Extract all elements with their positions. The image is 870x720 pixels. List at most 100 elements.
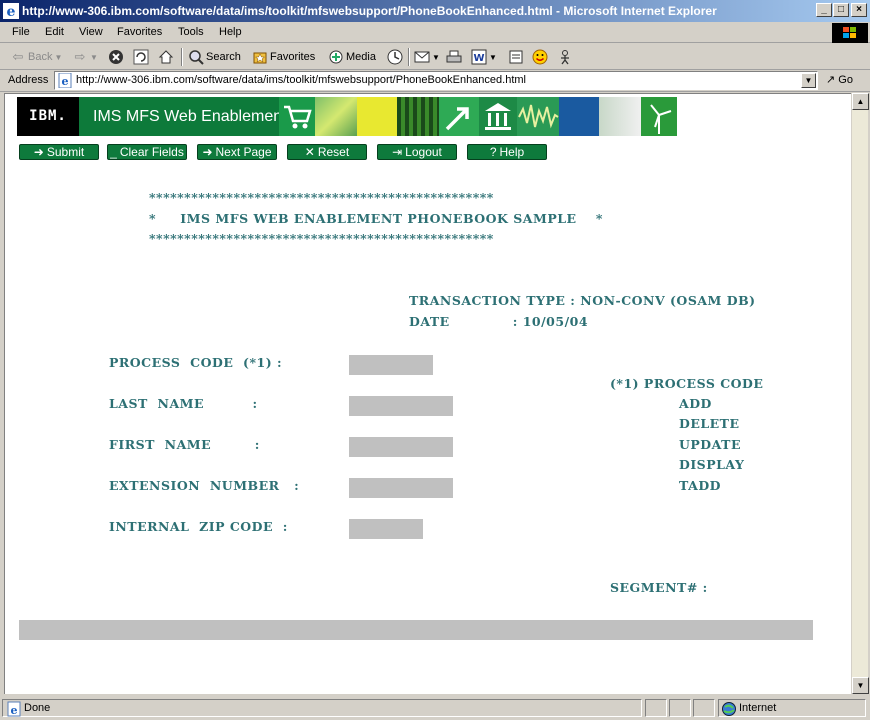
home-button[interactable] [158,48,174,66]
go-arrow-icon: ↗ [826,74,836,86]
first-name-input[interactable] [349,437,453,457]
logout-icon: ⇥ [392,145,403,159]
menu-view[interactable]: View [79,26,103,38]
banner-image-clock [599,97,641,136]
print-icon [446,50,462,63]
menu-help[interactable]: Help [219,26,242,38]
svg-text:e: e [11,704,18,717]
zip-code-label: INTERNAL ZIP CODE : [109,519,288,534]
segment-label: SEGMENT# : [610,580,708,595]
extension-number-input[interactable] [349,478,453,498]
extension-number-label: EXTENSION NUMBER : [109,478,300,493]
zip-code-input[interactable] [349,519,423,539]
message-bar [19,620,813,640]
page-content: IBM. IMS MFS Web Enablement ➜ Submit _ Cle… [4,93,851,694]
svg-text:W: W [473,53,484,64]
menu-bar: File Edit View Favorites Tools Help [0,22,870,43]
status-text: Done [24,702,51,714]
forward-button[interactable]: ⇨ ▼ [72,48,98,66]
favorites-button[interactable]: Favorites [252,48,315,66]
media-button[interactable]: Media [328,48,376,66]
internet-explorer-icon: e [3,3,19,19]
mail-button[interactable]: ▼ [414,48,440,66]
address-input[interactable]: e http://www-306.ibm.com/software/data/i… [54,71,818,90]
reset-x-icon: ✕ [304,145,315,159]
page-icon: e [58,73,72,88]
status-bar: e Done Internet [0,697,870,720]
messenger-button[interactable] [532,48,548,66]
menu-tools[interactable]: Tools [178,26,204,38]
scroll-down-icon[interactable]: ▼ [852,677,869,694]
menu-file[interactable]: File [12,26,30,38]
banner-title: IMS MFS Web Enablement [93,108,287,125]
edit-dropdown-icon: ▼ [489,52,497,62]
help-icon: ? [489,145,497,159]
banner-image-leaf [315,97,357,136]
heading-stars-top: ****************************************… [149,190,494,205]
discuss-icon [509,50,523,64]
menu-favorites[interactable]: Favorites [117,26,162,38]
process-code-label: PROCESS CODE (*1) : [109,355,283,370]
code-display: DISPLAY [679,457,745,472]
help-button[interactable]: ? Help [467,144,547,160]
scroll-up-icon[interactable]: ▲ [852,93,869,110]
page-done-icon: e [7,701,21,717]
refresh-button[interactable] [133,48,149,66]
first-name-label: FIRST NAME : [109,437,260,452]
back-arrow-icon: ⇦ [12,49,24,64]
stop-button[interactable] [108,48,124,66]
close-button[interactable]: × [851,3,867,17]
address-dropdown-icon[interactable]: ▼ [801,73,816,88]
logout-button[interactable]: ⇥ Logout [377,144,457,160]
svg-text:e: e [7,4,16,19]
banner-image-grid [397,97,439,136]
favorites-icon [253,52,267,64]
shopping-cart-icon [279,97,315,136]
clear-fields-button[interactable]: _ Clear Fields [107,144,187,160]
title-bar: e http://www-306.ibm.com/software/data/i… [0,0,870,22]
mail-icon [414,51,430,63]
discuss-button[interactable] [508,48,524,66]
address-label: Address [8,74,49,86]
last-name-input[interactable] [349,396,453,416]
address-url: http://www-306.ibm.com/software/data/ims… [76,74,526,86]
go-button[interactable]: ↗ Go [826,73,853,86]
search-button[interactable]: Search [188,48,241,66]
media-icon [329,50,343,64]
refresh-icon [133,49,149,65]
vertical-scrollbar[interactable]: ▲ ▼ [851,93,869,694]
forward-arrow-icon: ⇨ [74,49,86,64]
banner-image-blue [559,97,599,136]
search-icon [189,50,204,65]
code-add: ADD [679,396,712,411]
next-page-button[interactable]: ➜ Next Page [197,144,277,160]
submit-arrow-icon: ➜ [33,145,44,159]
code-delete: DELETE [679,416,740,431]
date-line: DATE : 10/05/04 [409,314,589,329]
smiley-icon [532,49,548,65]
heading-stars-bottom: ****************************************… [149,231,494,246]
next-arrow-icon: ➜ [202,145,213,159]
reset-button[interactable]: ✕ Reset [287,144,367,160]
banner-image-yellow [357,97,397,136]
print-button[interactable] [446,48,462,66]
history-button[interactable] [387,48,403,66]
address-bar: Address e http://www-306.ibm.com/softwar… [0,70,870,92]
maximize-button[interactable]: □ [833,3,849,17]
ims-banner: IBM. IMS MFS Web Enablement [17,97,677,136]
edit-button[interactable]: W ▼ [471,48,497,66]
menu-edit[interactable]: Edit [45,26,64,38]
sound-wave-icon [517,97,559,136]
heading-title: * IMS MFS WEB ENABLEMENT PHONEBOOK SAMPL… [149,211,603,226]
minimize-button[interactable]: _ [816,3,832,17]
research-button[interactable] [557,48,573,66]
back-button[interactable]: ⇦ Back ▼ [10,48,63,66]
bank-icon [479,97,517,136]
globe-icon [722,702,736,716]
word-icon: W [471,49,487,65]
svg-text:e: e [62,75,69,88]
clear-icon: _ [110,145,117,159]
submit-button[interactable]: ➜ Submit [19,144,99,160]
forward-dropdown-icon: ▼ [90,52,98,62]
process-code-input[interactable] [349,355,433,375]
